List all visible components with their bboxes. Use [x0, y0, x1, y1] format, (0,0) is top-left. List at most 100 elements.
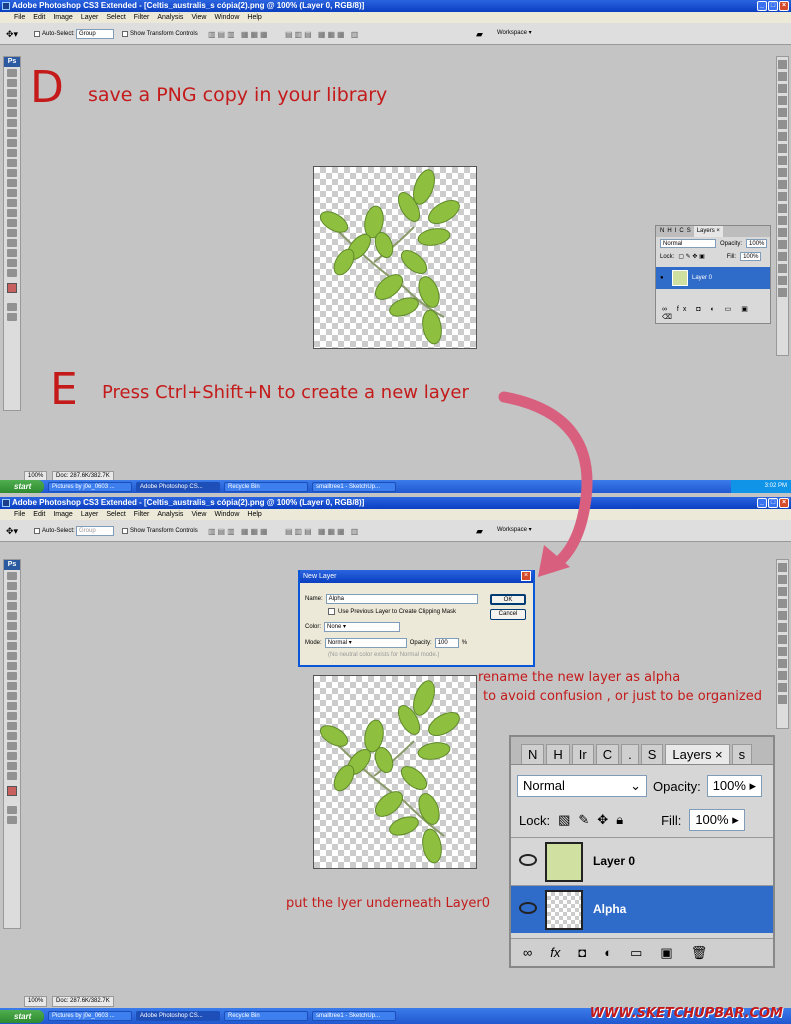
dock-icon[interactable] — [778, 659, 787, 668]
lasso-tool-icon[interactable] — [7, 592, 17, 600]
type-tool-icon[interactable] — [7, 219, 17, 227]
menu-image[interactable]: Image — [53, 509, 72, 520]
taskbar-item-sketchup[interactable]: smalltree1 - SketchUp... — [312, 481, 396, 492]
align-icons[interactable]: ▥▤▥ ▦▦▦ — [208, 527, 270, 536]
mask-icon[interactable]: ◘ — [578, 945, 586, 960]
dock-icon[interactable] — [778, 132, 787, 141]
healing-brush-icon[interactable] — [7, 129, 17, 137]
menu-window[interactable]: Window — [214, 12, 239, 23]
fill-field[interactable]: 100% ▸ — [689, 809, 745, 831]
shape-tool-icon[interactable] — [7, 742, 17, 750]
marquee-tool-icon[interactable] — [7, 79, 17, 87]
dock-icon[interactable] — [778, 623, 787, 632]
menu-image[interactable]: Image — [53, 12, 72, 23]
pen-tool-icon[interactable] — [7, 209, 17, 217]
dock-icon[interactable] — [778, 276, 787, 285]
auto-select-checkbox[interactable]: Auto-Select: — [34, 31, 75, 37]
fill-field[interactable]: 100% — [740, 252, 762, 261]
tab-layers[interactable]: Layers × — [693, 226, 723, 237]
dock-icon[interactable] — [778, 240, 787, 249]
menu-edit[interactable]: Edit — [33, 509, 45, 520]
layer-name-input[interactable]: Alpha — [325, 594, 478, 604]
dock-icon[interactable] — [778, 575, 787, 584]
close-button[interactable]: × — [779, 1, 789, 11]
layer-row-alpha[interactable]: Alpha — [511, 885, 773, 933]
crop-tool-icon[interactable] — [7, 109, 17, 117]
dodge-tool-icon[interactable] — [7, 199, 17, 207]
tab-color[interactable]: C — [595, 744, 620, 764]
dock-icon[interactable] — [778, 599, 787, 608]
eyedropper-icon[interactable] — [7, 119, 17, 127]
new-layer-icon[interactable]: ▣ — [660, 945, 672, 961]
document-canvas[interactable] — [313, 166, 477, 349]
marquee-tool-icon[interactable] — [7, 582, 17, 590]
foreground-color-swatch[interactable] — [7, 283, 17, 293]
dock-icon[interactable] — [778, 60, 787, 69]
maximize-button[interactable]: □ — [768, 498, 778, 508]
taskbar-item-pictures[interactable]: Pictures by j0e_0603 ... — [48, 481, 132, 492]
quick-mask-icon[interactable] — [7, 806, 17, 814]
history-brush-icon[interactable] — [7, 159, 17, 167]
tab-info[interactable]: Ir — [571, 744, 594, 764]
dock-icon[interactable] — [778, 120, 787, 129]
dock-icon[interactable] — [778, 683, 787, 692]
document-canvas[interactable] — [313, 675, 477, 869]
move-tool-icon[interactable] — [7, 69, 17, 77]
history-brush-icon[interactable] — [7, 662, 17, 670]
brush-tool-icon[interactable] — [7, 139, 17, 147]
dock-icon[interactable] — [778, 611, 787, 620]
dock-icon[interactable] — [778, 252, 787, 261]
dock-icon[interactable] — [778, 144, 787, 153]
group-select[interactable]: Group — [76, 29, 114, 39]
start-button[interactable]: start — [0, 480, 44, 493]
zoom-level[interactable]: 100% — [24, 996, 48, 1007]
taskbar-item-pictures[interactable]: Pictures by j0e_0603 ... — [48, 1011, 132, 1021]
opacity-field[interactable]: 100% — [746, 239, 768, 248]
menu-layer[interactable]: Layer — [81, 509, 99, 520]
blur-tool-icon[interactable] — [7, 189, 17, 197]
move-tool-icon[interactable] — [7, 572, 17, 580]
zoom-tool-icon[interactable] — [7, 772, 17, 780]
eraser-tool-icon[interactable] — [7, 169, 17, 177]
tab-swatches[interactable]: S — [687, 226, 691, 237]
tab-histogram[interactable]: H — [667, 226, 671, 237]
dock-icon[interactable] — [778, 84, 787, 93]
screen-mode-icon[interactable] — [7, 313, 17, 321]
menu-view[interactable]: View — [191, 509, 206, 520]
panel-footer-icons[interactable]: ∞ fx ◘ ◐ ▭ ▣ ⌫ — [662, 305, 770, 321]
screen-mode-icon[interactable] — [7, 816, 17, 824]
foreground-color-swatch[interactable] — [7, 786, 17, 796]
trash-icon[interactable]: 🗑︎ — [691, 945, 708, 961]
dock-icon[interactable] — [778, 695, 787, 704]
tab-layers[interactable]: Layers × — [665, 744, 730, 764]
dock-icon[interactable] — [778, 168, 787, 177]
dock-icon[interactable] — [778, 671, 787, 680]
taskbar-item-recycle-bin[interactable]: Recycle Bin — [224, 1011, 308, 1021]
magic-wand-icon[interactable] — [7, 99, 17, 107]
magic-wand-icon[interactable] — [7, 602, 17, 610]
eraser-tool-icon[interactable] — [7, 672, 17, 680]
healing-brush-icon[interactable] — [7, 632, 17, 640]
blur-tool-icon[interactable] — [7, 692, 17, 700]
notes-tool-icon[interactable] — [7, 249, 17, 257]
taskbar-item-sketchup[interactable]: smalltree1 - SketchUp... — [312, 1011, 396, 1021]
eye-icon[interactable] — [519, 854, 537, 866]
menu-file[interactable]: File — [14, 12, 25, 23]
menu-select[interactable]: Select — [106, 12, 125, 23]
palette-well-icon[interactable]: ▰ — [476, 29, 483, 40]
type-tool-icon[interactable] — [7, 722, 17, 730]
dock-icon[interactable] — [778, 288, 787, 297]
menu-window[interactable]: Window — [214, 509, 239, 520]
hand-tool-icon[interactable] — [7, 762, 17, 770]
menu-analysis[interactable]: Analysis — [157, 509, 183, 520]
menu-view[interactable]: View — [191, 12, 206, 23]
menu-analysis[interactable]: Analysis — [157, 12, 183, 23]
mode-select[interactable]: Normal ▾ — [324, 638, 407, 648]
tab-color[interactable]: C — [679, 226, 683, 237]
blend-mode-select[interactable]: Normal — [660, 239, 716, 248]
clip-checkbox[interactable] — [328, 608, 335, 615]
tab-navigator[interactable]: N — [660, 226, 664, 237]
menu-layer[interactable]: Layer — [81, 12, 99, 23]
tab-navigator[interactable]: N — [521, 744, 545, 764]
eye-icon[interactable] — [519, 902, 537, 914]
